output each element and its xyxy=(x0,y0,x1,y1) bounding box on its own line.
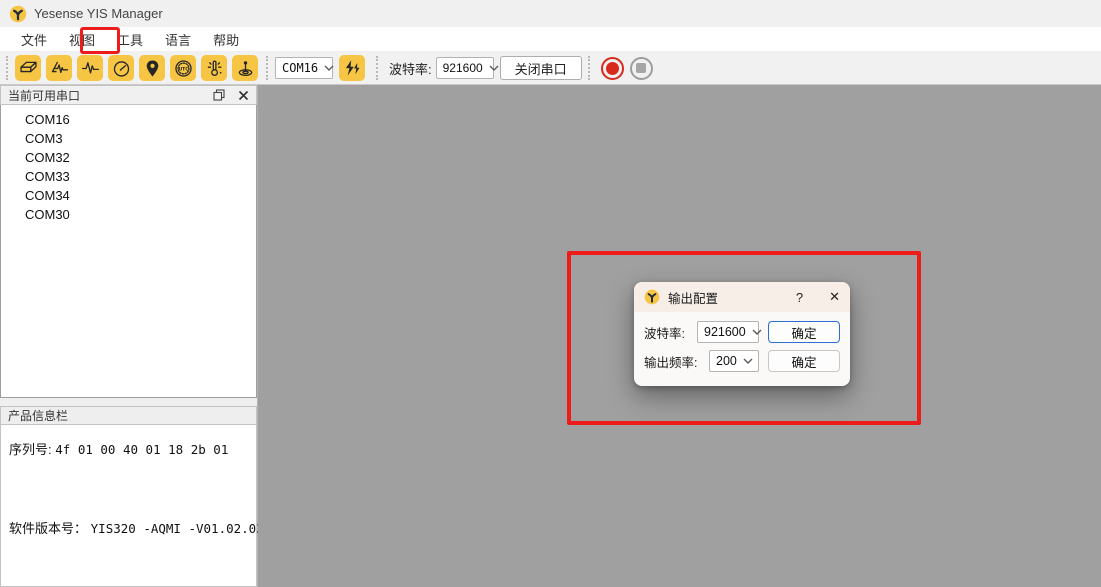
svg-text:UTC: UTC xyxy=(178,66,189,72)
toolbar-button-temperature[interactable] xyxy=(201,55,227,81)
dialog-baud-label: 波特率: xyxy=(644,323,685,342)
dock-close-button[interactable] xyxy=(238,90,249,101)
chevron-down-icon xyxy=(746,329,762,335)
baud-rate-select[interactable]: 921600 xyxy=(436,57,494,79)
toolbar-button-gauge[interactable] xyxy=(108,55,134,81)
dock-float-button[interactable] xyxy=(213,89,225,101)
output-rate-confirm-button[interactable]: 确定 xyxy=(768,350,840,372)
port-list-item[interactable]: COM3 xyxy=(1,129,256,148)
menu-item-file[interactable]: 文件 xyxy=(10,27,58,52)
window-title: Yesense YIS Manager xyxy=(34,6,163,21)
main-workspace: 输出配置 ? ✕ 波特率: 921600 确定 xyxy=(258,85,1101,587)
toolbar-button-attitude-wave[interactable] xyxy=(46,55,72,81)
dialog-title-bar[interactable]: 输出配置 ? ✕ xyxy=(634,282,850,312)
dialog-baud-value: 921600 xyxy=(704,325,746,339)
stop-button[interactable] xyxy=(630,57,653,80)
close-icon xyxy=(238,90,249,101)
menu-item-help[interactable]: 帮助 xyxy=(202,27,250,52)
serial-number-label: 序列号: xyxy=(9,442,52,457)
dialog-output-rate-label: 输出频率: xyxy=(644,352,697,371)
toolbar-button-location[interactable] xyxy=(139,55,165,81)
toolbar-button-utc-time[interactable]: UTC xyxy=(170,55,196,81)
serial-port-list: COM16 COM3 COM32 COM33 COM34 COM30 xyxy=(0,105,257,398)
output-config-dialog: 输出配置 ? ✕ 波特率: 921600 确定 xyxy=(634,282,850,386)
menu-bar: 文件 视图 工具 语言 帮助 xyxy=(0,27,1101,52)
close-serial-port-button[interactable]: 关闭串口 xyxy=(500,56,582,80)
port-list-item[interactable]: COM30 xyxy=(1,205,256,224)
angle-wave-icon xyxy=(49,58,70,79)
firmware-version-label: 软件版本号： xyxy=(9,521,87,536)
waveform-icon xyxy=(80,58,101,79)
firmware-version-row: 软件版本号： YIS320 -AQMI -V01.02.03; xyxy=(9,518,248,537)
output-rate-config-row: 输出频率: 200 确定 xyxy=(644,350,840,372)
dock-title: 当前可用串口 xyxy=(8,87,80,104)
dock-header-available-ports: 当前可用串口 xyxy=(0,85,257,105)
title-bar: Yesense YIS Manager xyxy=(0,0,1101,27)
port-list-item[interactable]: COM16 xyxy=(1,110,256,129)
baud-rate-label: 波特率: xyxy=(389,59,432,78)
app-logo-icon xyxy=(644,289,660,305)
location-pin-icon xyxy=(142,58,163,79)
baud-rate-config-row: 波特率: 921600 确定 xyxy=(644,321,840,343)
menu-item-language[interactable]: 语言 xyxy=(154,27,202,52)
dialog-body: 波特率: 921600 确定 输出频率: 200 xyxy=(634,312,850,372)
magnetometer-probe-icon xyxy=(235,58,256,79)
refresh-ports-button[interactable] xyxy=(339,55,365,81)
toolbar-button-waveform[interactable] xyxy=(77,55,103,81)
toolbar-drag-handle[interactable] xyxy=(376,56,381,80)
toolbar-button-magnetometer[interactable] xyxy=(232,55,258,81)
dialog-title: 输出配置 xyxy=(668,288,718,307)
toolbar-button-3d-model[interactable] xyxy=(15,55,41,81)
dialog-output-rate-value: 200 xyxy=(716,354,737,368)
float-window-icon xyxy=(213,89,225,101)
dialog-output-rate-select[interactable]: 200 xyxy=(709,350,759,372)
serial-number-row: 序列号: 4f 01 00 40 01 18 2b 01 xyxy=(9,439,248,458)
com-port-value: COM16 xyxy=(282,61,318,75)
app-logo-icon xyxy=(9,5,27,23)
serial-number-value: 4f 01 00 40 01 18 2b 01 xyxy=(55,442,228,457)
left-dock-panel: 当前可用串口 COM16 xyxy=(0,85,258,587)
menu-item-view[interactable]: 视图 xyxy=(58,27,106,52)
product-info-title: 产品信息栏 xyxy=(8,407,68,424)
menu-item-tools[interactable]: 工具 xyxy=(106,27,154,52)
chevron-down-icon xyxy=(483,65,499,71)
double-lightning-icon xyxy=(342,58,363,79)
toolbar: UTC COM16 xyxy=(0,52,1101,85)
product-info-header: 产品信息栏 xyxy=(0,406,257,425)
panel-splitter[interactable] xyxy=(0,398,257,406)
dialog-help-button[interactable]: ? xyxy=(796,290,803,305)
dialog-close-button[interactable]: ✕ xyxy=(829,289,840,305)
port-list-item[interactable]: COM34 xyxy=(1,186,256,205)
port-list-item[interactable]: COM33 xyxy=(1,167,256,186)
baud-rate-value: 921600 xyxy=(443,61,483,75)
toolbar-drag-handle[interactable] xyxy=(266,56,271,80)
thermometer-icon xyxy=(204,58,225,79)
chevron-down-icon xyxy=(318,65,334,71)
content-area: 当前可用串口 COM16 xyxy=(0,85,1101,587)
utc-clock-icon: UTC xyxy=(173,58,194,79)
gauge-icon xyxy=(111,58,132,79)
com-port-select[interactable]: COM16 xyxy=(275,57,333,79)
application-window: Yesense YIS Manager 文件 视图 工具 语言 帮助 xyxy=(0,0,1101,587)
record-icon xyxy=(606,62,619,75)
firmware-version-value: YIS320 -AQMI -V01.02.03; xyxy=(91,521,272,536)
cube-3d-icon xyxy=(18,58,39,79)
stop-icon xyxy=(636,63,646,73)
port-list-item[interactable]: COM32 xyxy=(1,148,256,167)
product-info-body: 序列号: 4f 01 00 40 01 18 2b 01 软件版本号： YIS3… xyxy=(0,425,257,587)
baud-confirm-button[interactable]: 确定 xyxy=(768,321,840,343)
dialog-baud-select[interactable]: 921600 xyxy=(697,321,759,343)
chevron-down-icon xyxy=(737,358,753,364)
toolbar-drag-handle[interactable] xyxy=(588,56,593,80)
toolbar-drag-handle[interactable] xyxy=(6,56,11,80)
record-button[interactable] xyxy=(601,57,624,80)
